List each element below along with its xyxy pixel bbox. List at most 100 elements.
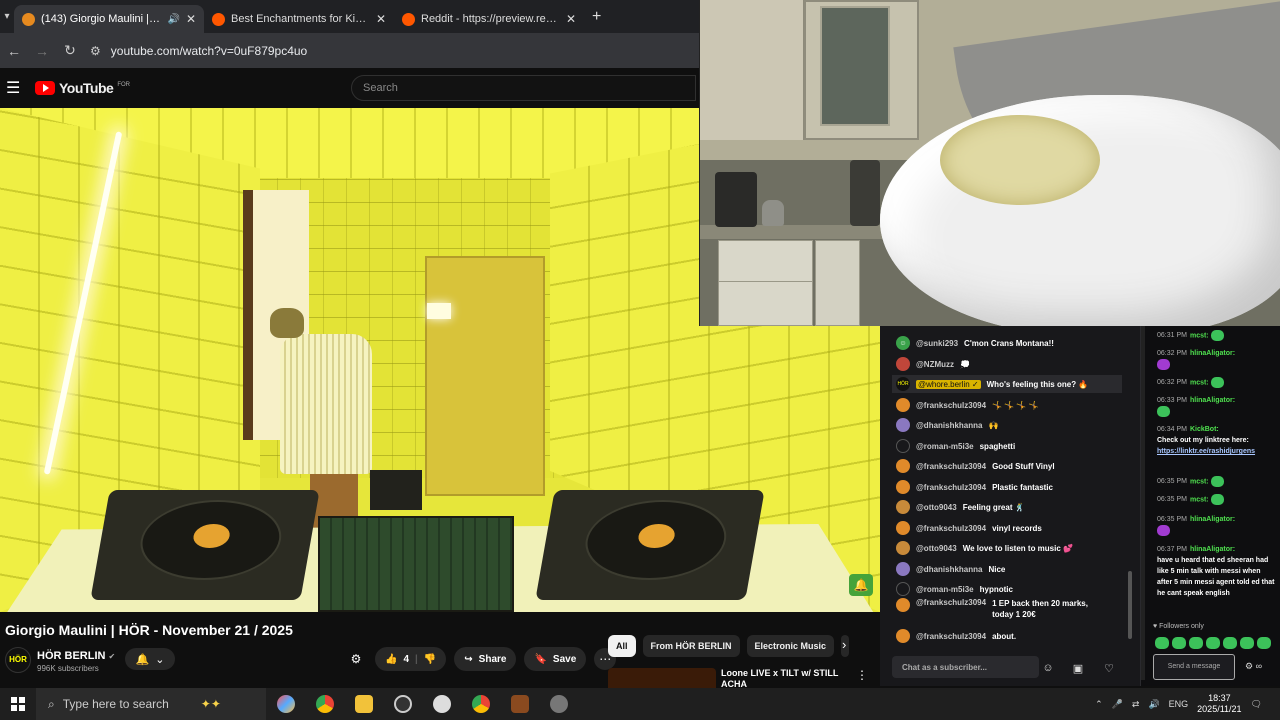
copilot-icon[interactable] [266,688,305,720]
kitchen-drawers [815,240,860,326]
app-icon[interactable] [383,688,422,720]
notification-icon[interactable]: 🗨 [1251,699,1262,710]
share-button[interactable]: ↪ Share [454,647,517,671]
speaker-icon[interactable]: 🔊 [167,14,179,25]
chat-scrollbar[interactable] [1128,571,1132,639]
chat-user[interactable]: mcst: [1190,332,1209,339]
chip-from-channel[interactable]: From HÖR BERLIN [642,635,740,657]
clock[interactable]: 18:37 2025/11/21 [1197,693,1241,715]
recommended-video[interactable]: Loone LIVE x TILT w/ STILL ACHA ⋮ [608,666,870,688]
url-field[interactable]: ⚙ youtube.com/watch?v=0uF879pc4uo [90,44,307,58]
subscribe-bell-button[interactable]: 🔔 ⌄ [125,648,175,670]
chat-user[interactable]: mcst: [1190,379,1209,386]
chat-user[interactable]: @frankschulz3094 [916,483,986,492]
like-button[interactable]: 👍 4 | 👎 [375,647,447,671]
microphone-icon[interactable]: 🎤 [1112,699,1123,710]
chat-user[interactable]: hlinaAligator: [1190,350,1235,357]
chat-placeholder: Chat as a subscriber... [902,662,987,672]
emote-icon[interactable] [1240,637,1254,649]
chevron-up-icon[interactable]: ⌃ [1095,699,1103,710]
chat-user[interactable]: hlinaAligator: [1190,546,1235,553]
chat-user[interactable]: mcst: [1190,478,1209,485]
chat-user[interactable]: hlinaAligator: [1190,397,1235,404]
close-tab-icon[interactable]: ✕ [566,12,576,26]
chat-link[interactable]: https://linktr.ee/rashidjurgens [1157,448,1255,455]
emote-icon[interactable] [1223,637,1237,649]
close-tab-icon[interactable]: ✕ [186,12,196,26]
chat-user[interactable]: KickBot: [1190,426,1219,433]
emote-icon[interactable] [1155,637,1169,649]
chrome-icon[interactable] [461,688,500,720]
emote-icon[interactable] [1206,637,1220,649]
more-vertical-icon[interactable]: ⋮ [856,668,868,682]
forward-arrow-icon[interactable]: → [34,43,50,59]
emoji-icon[interactable]: ☺ [1040,660,1056,676]
tab-enchantments[interactable]: Best Enchantments for King's Ec ✕ [204,5,394,33]
save-button[interactable]: 🔖 Save [524,647,587,671]
emote-icon[interactable] [1257,637,1271,649]
site-info-icon[interactable]: ⚙ [90,44,101,58]
glass-cabinet [804,0,919,140]
volume-icon[interactable]: 🔊 [1148,699,1159,710]
chat-user[interactable]: @NZMuzz [916,360,954,369]
channel-name[interactable]: HÖR BERLIN [37,650,105,662]
chat-scrollbar[interactable] [1141,326,1145,680]
file-explorer-icon[interactable] [344,688,383,720]
chat-user[interactable]: @otto9043 [916,503,957,512]
chat-user[interactable]: @sunki293 [916,339,958,348]
youtube-logo[interactable]: YouTube FOR [35,80,130,96]
chat-text: We love to listen to music 💕 [962,543,1073,553]
start-button[interactable] [0,688,36,720]
send-message-input[interactable]: Send a message [1153,654,1235,680]
chip-electronic-music[interactable]: Electronic Music [746,635,835,657]
app-icon[interactable] [539,688,578,720]
tab-reddit[interactable]: Reddit - https://preview.redd.it ✕ [394,5,584,33]
chat-user[interactable]: hlinaAligator: [1190,516,1235,523]
reload-icon[interactable]: ↻ [62,42,78,59]
video-thumbnail[interactable] [608,668,716,688]
settings-icon[interactable]: ⚙ ∞ [1245,661,1262,672]
recommended-title[interactable]: Loone LIVE x TILT w/ STILL ACHA [721,668,851,688]
chat-user[interactable]: @frankschulz3094 [916,462,986,471]
back-arrow-icon[interactable]: ← [6,43,22,59]
chevron-right-icon[interactable]: › [842,637,846,652]
chat-user[interactable]: @frankschulz3094 [916,401,986,410]
chat-user[interactable]: @dhanishkhanna [916,421,982,430]
chat-text: about. [992,631,1017,641]
chat-user[interactable]: mcst: [1190,496,1209,503]
app-icon[interactable] [422,688,461,720]
emote-icon[interactable] [1189,637,1203,649]
chat-user[interactable]: @frankschulz3094 [916,598,986,607]
language-indicator[interactable]: ENG [1169,699,1189,709]
close-tab-icon[interactable]: ✕ [376,12,386,26]
youtube-header: ☰ YouTube FOR Search [0,68,700,108]
gear-icon[interactable]: ⚙ [345,648,367,670]
heart-icon[interactable]: ♡ [1101,660,1117,676]
chat-user[interactable]: @roman-m5i3e [916,585,974,594]
chat-user[interactable]: @frankschulz3094 [916,524,986,533]
chat-message: @dhanishkhanna 🙌 [896,416,998,434]
new-tab-button[interactable]: + [592,8,601,26]
app-icon[interactable] [500,688,539,720]
chat-input[interactable]: Chat as a subscriber... [892,656,1039,678]
chat-user[interactable]: @dhanishkhanna [916,565,982,574]
menu-icon[interactable]: ☰ [6,78,30,98]
thumbs-down-icon[interactable]: 👎 [424,654,436,665]
network-icon[interactable]: ⇄ [1132,699,1140,710]
emote-icon[interactable] [1172,637,1186,649]
channel-avatar[interactable]: HÖR [5,646,31,673]
chip-all[interactable]: All [608,635,636,657]
chat-user[interactable]: @frankschulz3094 [916,632,986,641]
chat-user[interactable]: @otto9043 [916,544,957,553]
chat-user[interactable]: @roman-m5i3e [916,442,974,451]
search-input[interactable]: Search [351,75,696,101]
timestamp: 06:34 PM [1157,426,1187,433]
chrome-icon[interactable] [305,688,344,720]
notification-bell-icon[interactable]: 🔔 [849,574,873,596]
chat-user[interactable]: @whore.berlin ✓ [916,379,981,389]
tab-youtube[interactable]: (143) Giorgio Maulini | HÖR 🔊 ✕ [14,5,204,33]
filter-chips: All From HÖR BERLIN Electronic Music [608,635,850,657]
taskbar-search-input[interactable]: ⌕ Type here to search ✦✦ [36,688,266,720]
tab-search-chevron-icon[interactable]: ▾ [0,0,14,33]
super-chat-icon[interactable]: ▣ [1070,660,1086,676]
